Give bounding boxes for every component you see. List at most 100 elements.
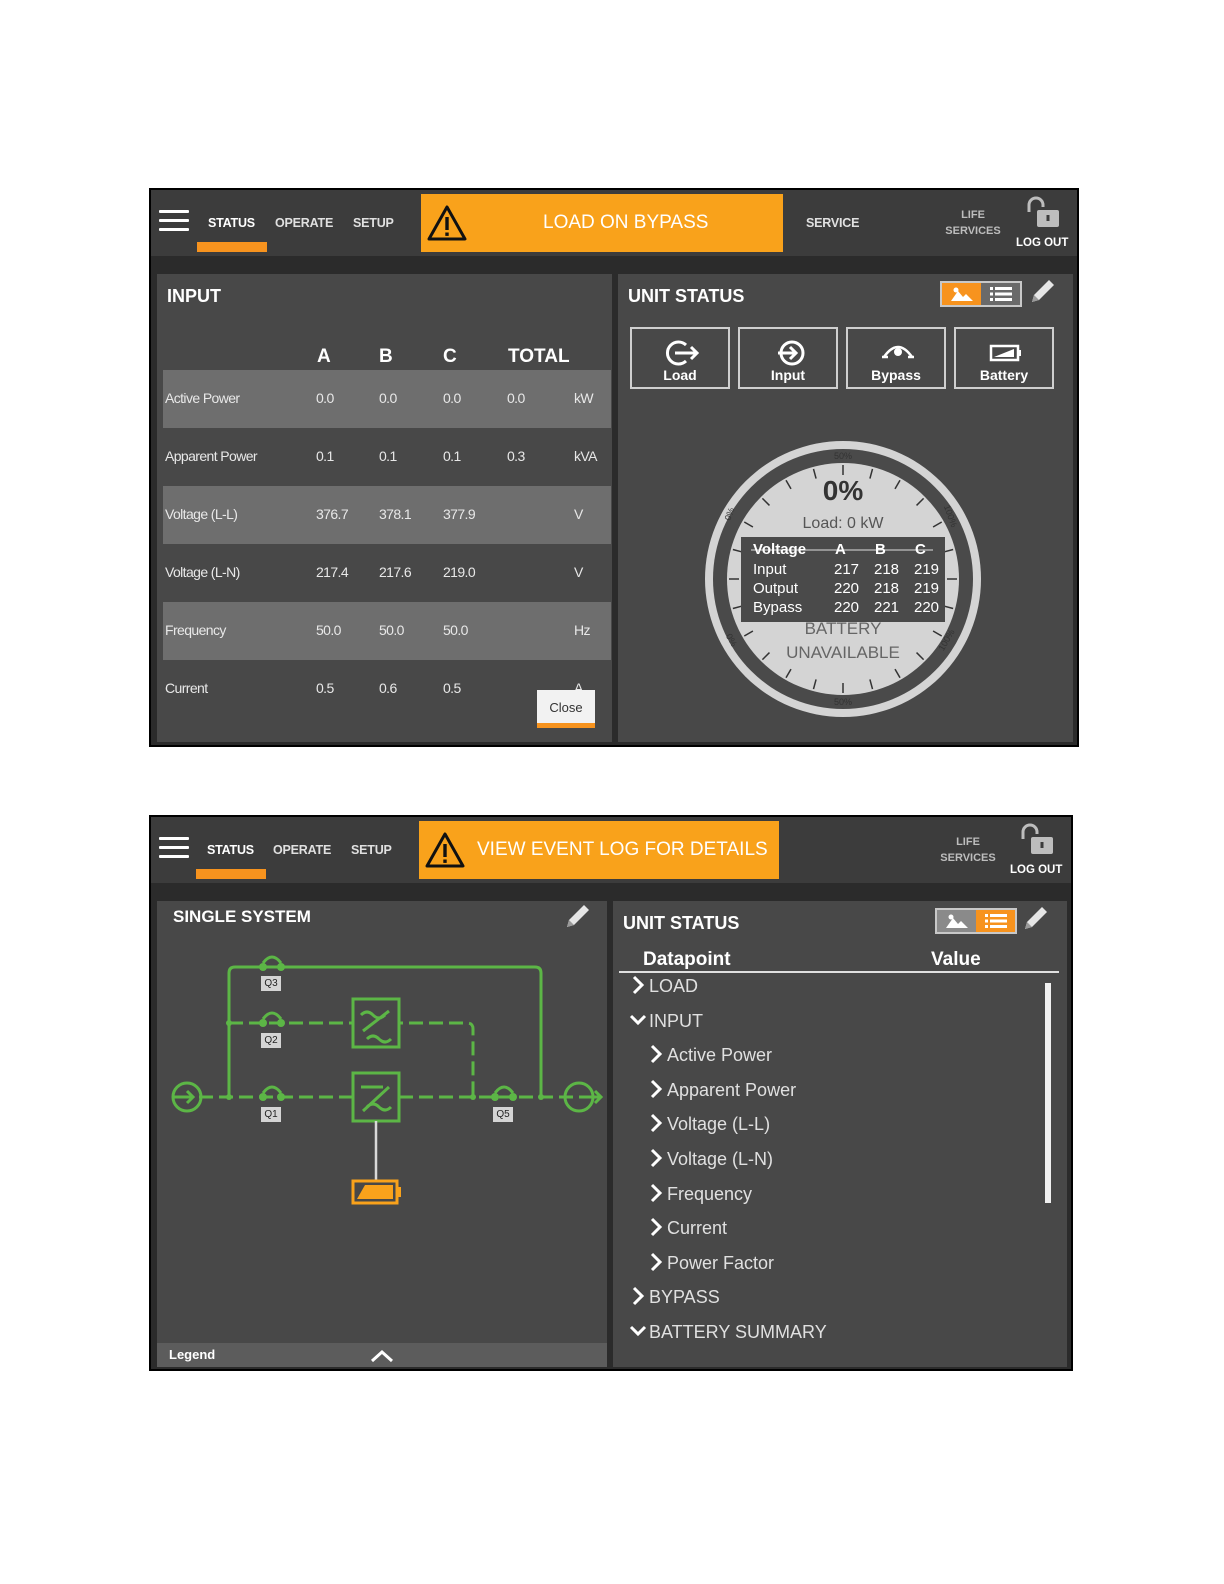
input-button-label: Input (770, 367, 806, 383)
chevron-right-icon[interactable] (647, 1113, 665, 1133)
chevron-right-icon[interactable] (647, 1079, 665, 1099)
list-item[interactable]: Current (647, 1217, 727, 1239)
chevron-down-icon[interactable] (629, 1321, 647, 1341)
voltage-header: Voltage A B C (753, 541, 943, 561)
input-panel: INPUT A B C TOTAL Active Power 0.0 0.0 0… (157, 274, 612, 742)
life-services-label-1: LIFE (956, 836, 980, 848)
close-button[interactable]: Close (537, 690, 595, 728)
cell-c: 219.0 (443, 564, 476, 580)
list-item[interactable]: Power Factor (647, 1252, 774, 1274)
bypass-icon (882, 345, 914, 359)
tab-operate[interactable]: OPERATE (273, 843, 331, 857)
cell-a: 217.4 (316, 564, 349, 580)
list-item-label: BATTERY SUMMARY (649, 1322, 827, 1342)
list-view-icon[interactable] (976, 910, 1015, 932)
list-item[interactable]: Voltage (L-L) (647, 1113, 770, 1135)
cell-a: 0.5 (316, 680, 334, 694)
tab-service[interactable]: SERVICE (806, 216, 859, 230)
bypass-button[interactable]: Bypass (846, 327, 946, 389)
input-icon (778, 340, 805, 366)
life-services-button[interactable]: LIFE SERVICES (938, 207, 1008, 239)
list-item-label: Power Factor (667, 1252, 775, 1273)
list-item[interactable]: Apparent Power (647, 1079, 796, 1101)
list-item[interactable]: LOAD (629, 975, 698, 997)
tab-setup[interactable]: SETUP (351, 843, 392, 857)
unit-status-list-panel: UNIT STATUS Datapoint Value LOAD INPUT Act… (613, 901, 1067, 1367)
voltage-cell-c: 219 (914, 580, 940, 597)
chevron-up-icon[interactable] (369, 1348, 395, 1364)
column-header-c: C (443, 346, 457, 367)
list-item[interactable]: INPUT (629, 1010, 703, 1032)
battery-button[interactable]: Battery (954, 327, 1054, 389)
list-item[interactable]: Active Power (647, 1044, 772, 1066)
legend-bar[interactable]: Legend (157, 1343, 607, 1367)
breaker-q5[interactable]: Q5 (493, 1107, 513, 1122)
life-services-label-2: SERVICES (940, 852, 996, 864)
cell-unit: kVA (574, 448, 597, 464)
voltage-header-b: B (875, 541, 886, 558)
table-row: Voltage (L-N) 217.4 217.6 219.0 V (163, 544, 611, 602)
list-item-label: Active Power (667, 1045, 773, 1066)
tab-status[interactable]: STATUS (207, 843, 254, 857)
tab-setup[interactable]: SETUP (353, 216, 394, 230)
voltage-cell-c: 219 (914, 561, 940, 578)
voltage-row-label: Output (753, 580, 799, 597)
table-row: Current 0.5 0.6 0.5 A (163, 660, 611, 694)
menu-icon[interactable] (159, 210, 189, 234)
breaker-q3[interactable]: Q3 (261, 976, 281, 991)
pencil-icon[interactable] (1028, 276, 1058, 306)
life-services-button[interactable]: LIFE SERVICES (933, 834, 1003, 866)
list-item[interactable]: BATTERY SUMMARY (629, 1321, 827, 1343)
load-button[interactable]: Load (630, 327, 730, 389)
list-item[interactable]: Frequency (647, 1183, 752, 1205)
menu-icon[interactable] (159, 837, 189, 861)
input-button[interactable]: Input (738, 327, 838, 389)
logout-button[interactable]: LOG OUT (1010, 864, 1062, 876)
row-label: Voltage (L-L) (165, 506, 238, 522)
load-kw: Load: 0 kW (802, 515, 884, 532)
life-services-label-2: SERVICES (945, 225, 1001, 237)
chevron-right-icon[interactable] (647, 1217, 665, 1237)
alarm-banner[interactable]: LOAD ON BYPASS (421, 194, 783, 252)
table-row: Voltage (L-L) 376.7 378.1 377.9 V (163, 486, 611, 544)
pencil-icon[interactable] (1021, 903, 1051, 933)
row-label: Voltage (L-N) (165, 564, 240, 580)
alarm-banner[interactable]: VIEW EVENT LOG FOR DETAILS (419, 821, 779, 879)
list-item-label: LOAD (649, 976, 699, 996)
cell-total: 0.0 (507, 390, 525, 406)
chevron-right-icon[interactable] (629, 1286, 647, 1306)
cell-total: 0.3 (507, 448, 525, 464)
list-view-icon[interactable] (981, 283, 1020, 305)
voltage-row-output: Output 220 218 219 (753, 580, 943, 599)
table-row: Frequency 50.0 50.0 50.0 Hz (163, 602, 611, 660)
view-toggle[interactable] (935, 908, 1017, 934)
voltage-cell-b: 221 (874, 599, 900, 616)
lock-icon[interactable] (1023, 196, 1063, 230)
scrollbar[interactable] (1045, 983, 1051, 1203)
voltage-header-a: A (835, 541, 846, 558)
cell-c: 0.1 (443, 448, 461, 464)
voltage-cell-a: 220 (834, 580, 860, 597)
list-item[interactable]: BYPASS (629, 1286, 720, 1308)
list-item[interactable]: Voltage (L-N) (647, 1148, 773, 1170)
view-toggle[interactable] (940, 281, 1022, 307)
row-label: Frequency (165, 622, 226, 638)
chevron-right-icon[interactable] (647, 1252, 665, 1272)
breaker-q2[interactable]: Q2 (261, 1033, 281, 1048)
tab-operate[interactable]: OPERATE (275, 216, 333, 230)
lock-icon[interactable] (1017, 823, 1057, 857)
image-view-icon[interactable] (942, 283, 981, 305)
voltage-row-label: Bypass (753, 599, 803, 616)
chevron-right-icon[interactable] (647, 1148, 665, 1168)
logout-button[interactable]: LOG OUT (1016, 237, 1068, 249)
image-view-icon[interactable] (937, 910, 976, 932)
breaker-q1[interactable]: Q1 (261, 1107, 281, 1122)
chevron-down-icon[interactable] (629, 1010, 647, 1030)
tab-status[interactable]: STATUS (208, 216, 255, 230)
warning-icon (425, 832, 465, 868)
chevron-right-icon[interactable] (647, 1044, 665, 1064)
chevron-right-icon[interactable] (629, 975, 647, 995)
unit-status-title: UNIT STATUS (623, 913, 740, 933)
alarm-banner-text: VIEW EVENT LOG FOR DETAILS (477, 839, 768, 860)
chevron-right-icon[interactable] (647, 1183, 665, 1203)
